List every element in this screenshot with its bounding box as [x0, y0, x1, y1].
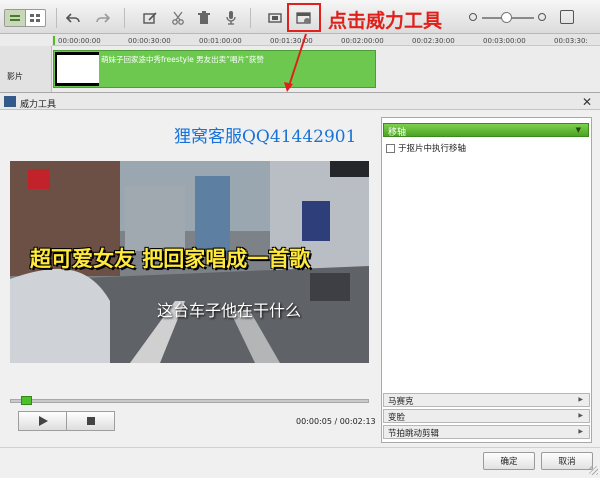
- ruler-tick: 00:03:00:00: [483, 37, 526, 45]
- capture-icon[interactable]: [264, 8, 286, 28]
- timeline-view-icon[interactable]: [5, 10, 26, 26]
- effect-item-beat-cut[interactable]: 节拍跳动剪辑 ▶: [383, 425, 590, 439]
- timeline: 00:00:00:00 00:00:30:00 00:01:00:00 00:0…: [0, 34, 600, 92]
- resize-grip-icon[interactable]: [589, 466, 598, 475]
- toolbar-separator: [124, 8, 125, 28]
- redo-icon[interactable]: [92, 8, 114, 28]
- video-preview: 超可爱女友 把回家唱成一首歌 这台车子他在干什么: [10, 161, 369, 363]
- annotation-text: 点击威力工具: [328, 10, 443, 32]
- effect-item-label: 马赛克: [388, 397, 414, 407]
- close-icon[interactable]: ✕: [582, 95, 592, 109]
- ok-button[interactable]: 确定: [483, 452, 535, 470]
- zoom-in-icon[interactable]: [538, 13, 546, 21]
- stop-icon: [86, 417, 95, 425]
- ruler-tick: 00:03:30:: [554, 37, 588, 45]
- power-tools-dialog-icon: [4, 96, 16, 107]
- clip-thumbnail: [55, 52, 99, 86]
- stop-button[interactable]: [67, 412, 114, 430]
- ruler-tick: 00:00:30:00: [128, 37, 171, 45]
- storyboard-view-icon[interactable]: [26, 10, 46, 26]
- chevron-right-icon: ▶: [578, 428, 583, 435]
- tilt-shift-checkbox[interactable]: [386, 143, 395, 153]
- seek-bar[interactable]: [10, 399, 369, 403]
- dialog-titlebar: 威力工具 ✕: [0, 92, 600, 110]
- effect-dropdown-label: 移轴: [388, 128, 407, 138]
- zoom-slider-thumb[interactable]: [501, 12, 512, 23]
- footer-divider: [0, 447, 600, 448]
- time-display: 00:00:05 / 00:02:13: [296, 417, 376, 426]
- undo-icon[interactable]: [62, 8, 84, 28]
- play-button[interactable]: [19, 412, 67, 430]
- chevron-right-icon: ▶: [578, 396, 583, 403]
- microphone-icon[interactable]: [220, 8, 242, 28]
- video-clip[interactable]: 萌妹子回家途中秀freestyle 男友出卖“唱片”获赞: [53, 50, 376, 88]
- dropdown-arrow-icon: ▼: [575, 126, 581, 134]
- power-tools-highlight: [287, 3, 321, 32]
- ruler-tick: 00:02:30:00: [412, 37, 455, 45]
- time-ruler[interactable]: 00:00:00:00 00:00:30:00 00:01:00:00 00:0…: [52, 34, 600, 46]
- fit-project-icon[interactable]: [560, 10, 574, 24]
- ruler-tick: 00:01:00:00: [199, 37, 242, 45]
- ruler-tick: 00:01:30:00: [270, 37, 313, 45]
- toolbar-separator: [56, 8, 57, 28]
- scissors-icon[interactable]: [167, 8, 189, 28]
- effect-dropdown[interactable]: 移轴 ▼: [383, 123, 589, 138]
- seek-thumb[interactable]: [21, 396, 32, 405]
- video-caption-main: 超可爱女友 把回家唱成一首歌: [30, 247, 311, 271]
- tilt-shift-checkbox-label: 于抠片中执行移轴: [398, 144, 467, 154]
- video-track-label: 影片: [7, 72, 23, 81]
- tilt-shift-checkbox-row[interactable]: 于抠片中执行移轴: [386, 142, 466, 154]
- ruler-tick: 00:00:00:00: [58, 37, 101, 45]
- watermark-text: 狸窝客服QQ41442901: [174, 127, 357, 147]
- view-toggle[interactable]: [4, 9, 46, 27]
- clip-title: 萌妹子回家途中秀freestyle 男友出卖“唱片”获赞: [101, 55, 264, 64]
- transport-controls: [18, 411, 115, 431]
- effect-item-face-change[interactable]: 变脸 ▶: [383, 409, 590, 423]
- effect-item-label: 节拍跳动剪辑: [388, 429, 440, 439]
- chevron-right-icon: ▶: [578, 412, 583, 419]
- zoom-out-icon[interactable]: [469, 13, 477, 21]
- cancel-button[interactable]: 取消: [541, 452, 593, 470]
- trash-icon[interactable]: [193, 8, 215, 28]
- toolbar: 点击威力工具: [0, 0, 600, 34]
- video-track-header: 影片: [0, 46, 52, 92]
- video-caption-sub: 这台车子他在干什么: [157, 301, 302, 320]
- effect-item-label: 变脸: [388, 413, 406, 423]
- edit-clip-icon[interactable]: [139, 8, 161, 28]
- playhead[interactable]: [53, 36, 55, 45]
- play-icon: [38, 416, 48, 426]
- toolbar-separator: [250, 8, 251, 28]
- ruler-tick: 00:02:00:00: [341, 37, 384, 45]
- dialog-title: 威力工具: [20, 100, 57, 110]
- effect-item-mosaic[interactable]: 马赛克 ▶: [383, 393, 590, 407]
